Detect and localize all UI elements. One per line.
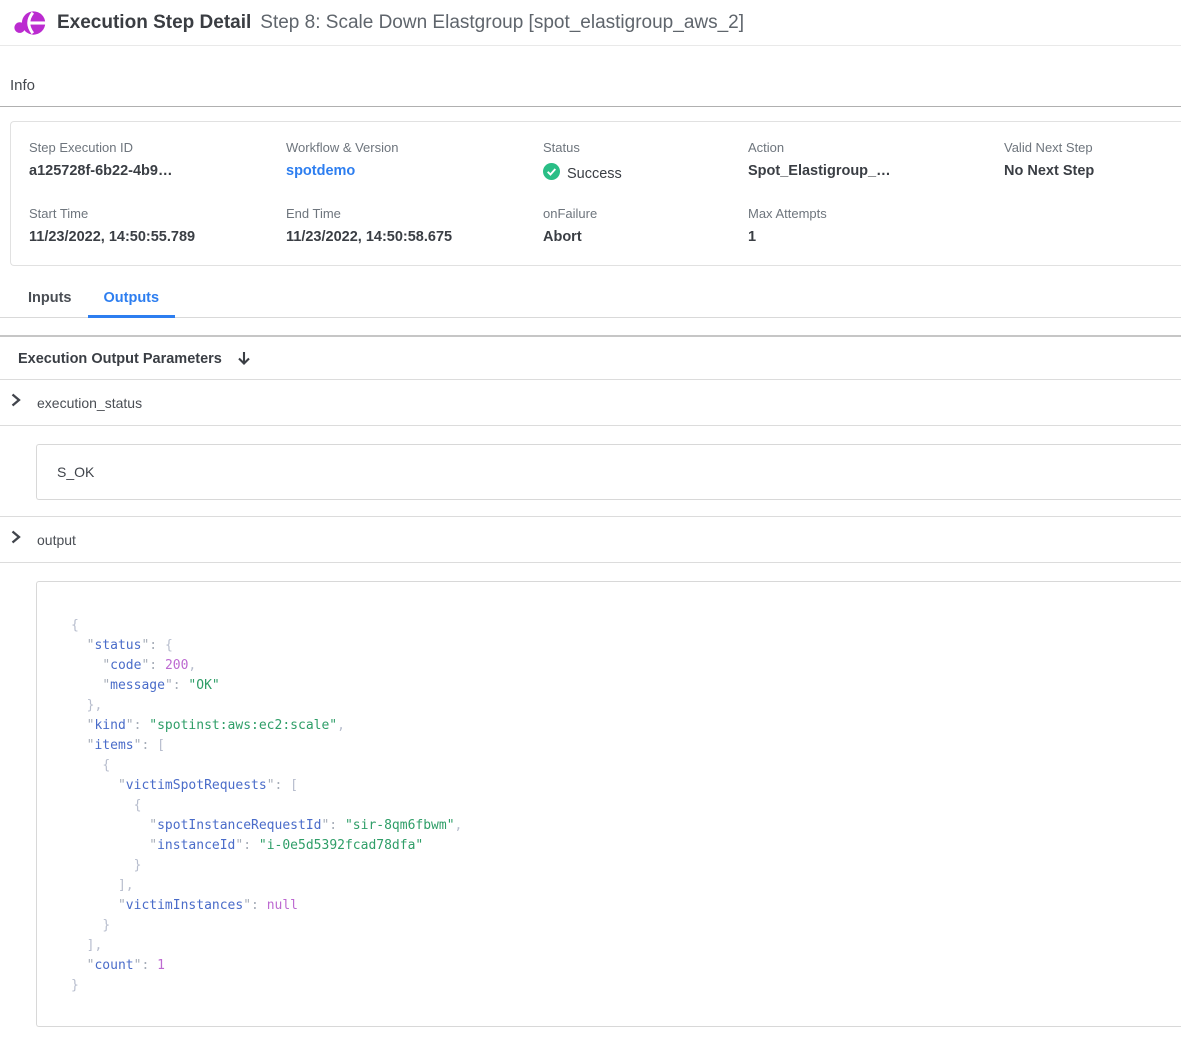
field-label: Start Time xyxy=(29,206,286,221)
execution-output-parameters-header: Execution Output Parameters xyxy=(0,337,1181,380)
info-field: Valid Next Step No Next Step xyxy=(1004,140,1181,184)
tab-inputs[interactable]: Inputs xyxy=(12,290,88,318)
field-label: Step Execution ID xyxy=(29,140,286,155)
execution-output-parameters-title: Execution Output Parameters xyxy=(18,351,222,367)
output-parameters-list: execution_status S_OKoutput { "status": { … xyxy=(0,380,1181,1043)
info-card: Step Execution ID a125728f-6b22-4b9…Workf… xyxy=(10,121,1181,266)
field-value: 11/23/2022, 14:50:58.675 xyxy=(286,229,543,245)
info-field: Workflow & Version spotdemo xyxy=(286,140,543,184)
json-code: { "status": { "code": 200, "message": "O… xyxy=(71,616,1181,996)
field-label: Workflow & Version xyxy=(286,140,543,155)
info-field: Action Spot_Elastigroup_… xyxy=(748,140,1004,184)
field-label: Max Attempts xyxy=(748,206,1004,221)
chevron-right-icon[interactable] xyxy=(10,393,22,412)
param-value-execution_status: S_OK xyxy=(36,444,1181,500)
param-json-output: { "status": { "code": 200, "message": "O… xyxy=(36,581,1181,1027)
param-body-execution_status: S_OK xyxy=(0,426,1181,517)
field-value: No Next Step xyxy=(1004,163,1181,179)
param-row-execution_status[interactable]: execution_status xyxy=(0,380,1181,426)
info-field: End Time 11/23/2022, 14:50:58.675 xyxy=(286,206,543,245)
field-value: Abort xyxy=(543,229,748,245)
chevron-right-icon[interactable] xyxy=(10,530,22,549)
outputs-panel: Execution Output Parameters execution_st… xyxy=(0,335,1181,1043)
tab-bar: InputsOutputs xyxy=(0,290,1181,318)
spot-logo-icon xyxy=(13,8,47,38)
app-header: Execution Step Detail Step 8: Scale Down… xyxy=(0,0,1181,46)
info-heading: Info xyxy=(10,77,35,94)
field-value-link[interactable]: spotdemo xyxy=(286,163,543,179)
field-value: 11/23/2022, 14:50:55.789 xyxy=(29,229,286,245)
info-field: onFailure Abort xyxy=(543,206,748,245)
field-value: 1 xyxy=(748,229,1004,245)
status-badge: Success xyxy=(543,163,748,184)
field-label: Status xyxy=(543,140,748,155)
field-value: Spot_Elastigroup_… xyxy=(748,163,1004,179)
field-label: onFailure xyxy=(543,206,748,221)
param-name: output xyxy=(37,532,76,548)
download-icon[interactable] xyxy=(236,350,252,367)
status-text: Success xyxy=(567,166,622,182)
param-name: execution_status xyxy=(37,395,142,411)
info-field: Max Attempts 1 xyxy=(748,206,1004,245)
info-section-header: Info xyxy=(0,77,1181,107)
tab-outputs[interactable]: Outputs xyxy=(88,290,176,318)
field-label: End Time xyxy=(286,206,543,221)
field-label: Action xyxy=(748,140,1004,155)
info-field: Start Time 11/23/2022, 14:50:55.789 xyxy=(29,206,286,245)
param-row-output[interactable]: output xyxy=(0,517,1181,563)
param-body-output: { "status": { "code": 200, "message": "O… xyxy=(0,563,1181,1043)
info-field: Status Success xyxy=(543,140,748,184)
page-title: Execution Step Detail xyxy=(57,12,251,34)
success-check-icon xyxy=(543,163,560,184)
info-field: Step Execution ID a125728f-6b22-4b9… xyxy=(29,140,286,184)
field-label: Valid Next Step xyxy=(1004,140,1181,155)
field-value: a125728f-6b22-4b9… xyxy=(29,163,286,179)
page-subtitle: Step 8: Scale Down Elastgroup [spot_elas… xyxy=(260,12,744,34)
